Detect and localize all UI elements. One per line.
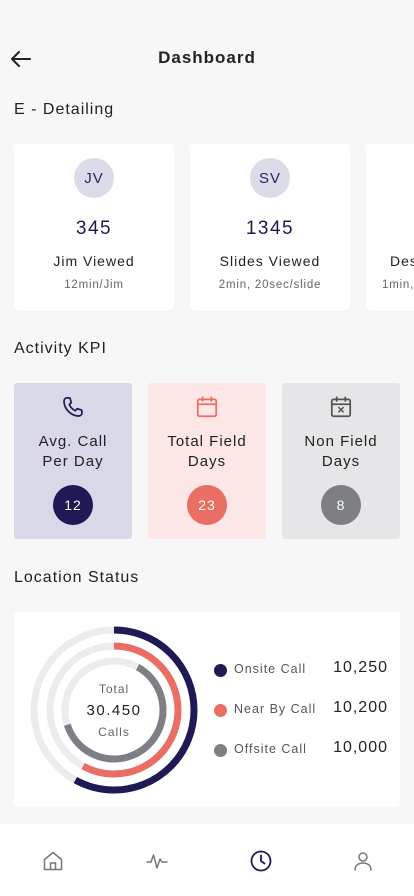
kpi-label: Avg. Call Per Day [14, 432, 132, 472]
nav-history[interactable] [248, 848, 274, 874]
avatar: SV [250, 158, 290, 198]
card-subtext: 2min, 20sec/slide [218, 279, 322, 291]
legend-dot [214, 664, 227, 677]
legend-item: Onsite Call 10,250 [214, 658, 394, 678]
user-icon [354, 852, 372, 871]
legend-item: Near By Call 10,200 [214, 698, 394, 718]
kpi-label-line1: Non Field [304, 433, 378, 450]
kpi-label-line2: Days [321, 453, 361, 470]
legend-label: Onsite Call [234, 662, 307, 676]
e-detailing-card[interactable]: JV 345 Jim Viewed 12min/Jim [14, 144, 174, 310]
section-title-location-status: Location Status [14, 569, 140, 586]
location-status-card: Total 30.450 Calls Onsite Call 10,250 Ne… [14, 612, 400, 807]
e-detailing-carousel[interactable]: JV 345 Jim Viewed 12min/Jim SV 1345 Slid… [14, 144, 414, 310]
nav-profile[interactable] [350, 848, 376, 874]
section-title-e-detailing: E - Detailing [14, 101, 115, 118]
donut-center-value: 30.450 [86, 701, 142, 719]
bottom-navigation [0, 824, 414, 896]
kpi-label-line1: Total Field [167, 433, 247, 450]
card-value: 1345 [245, 218, 295, 239]
legend-dot [214, 744, 227, 757]
clock-icon [250, 850, 272, 872]
page-title: Dashboard [158, 48, 256, 67]
legend-label: Offsite Call [234, 742, 307, 756]
card-label: Slides Viewed [219, 253, 321, 269]
donut-center-label: Total [98, 681, 130, 696]
calendar-x-icon [330, 396, 352, 418]
phone-icon [63, 396, 83, 417]
donut-center-unit: Calls [98, 724, 130, 739]
kpi-badge: 8 [321, 485, 361, 525]
avatar: JV [74, 158, 114, 198]
legend-label: Near By Call [234, 702, 317, 716]
kpi-label: Total Field Days [148, 432, 266, 472]
kpi-label-line1: Avg. Call [38, 433, 108, 450]
nav-activity[interactable] [144, 848, 170, 874]
card-value: 345 [75, 218, 113, 239]
legend-value: 10,200 [333, 699, 388, 716]
legend-item: Offsite Call 10,000 [214, 738, 394, 758]
e-detailing-card[interactable]: SV 1345 Slides Viewed 2min, 20sec/slide [190, 144, 350, 310]
kpi-card-non-field-days[interactable]: Non Field Days 8 [282, 383, 400, 539]
kpi-label: Non Field Days [282, 432, 400, 472]
nav-home[interactable] [40, 848, 66, 874]
donut-center: Total 30.450 Calls [28, 624, 200, 796]
card-subtext: 12min/Jim [64, 279, 124, 291]
legend-value: 10,000 [333, 739, 388, 756]
card-label: Jim Viewed [53, 253, 135, 269]
header: Dashboard [0, 36, 414, 80]
kpi-card-total-field-days[interactable]: Total Field Days 23 [148, 383, 266, 539]
legend-dot [214, 704, 227, 717]
card-label: Des [390, 253, 414, 269]
calendar-icon [196, 396, 218, 418]
kpi-label-line2: Days [187, 453, 227, 470]
home-icon [43, 851, 63, 871]
e-detailing-card[interactable]: Des 1min, [366, 144, 414, 310]
legend-value: 10,250 [333, 659, 388, 676]
kpi-card-avg-call[interactable]: Avg. Call Per Day 12 [14, 383, 132, 539]
kpi-badge: 23 [187, 485, 227, 525]
kpi-badge: 12 [53, 485, 93, 525]
activity-icon [146, 854, 168, 869]
kpi-label-line2: Per Day [42, 453, 104, 470]
section-title-activity-kpi: Activity KPI [14, 340, 107, 357]
card-subtext: 1min, [382, 279, 414, 291]
